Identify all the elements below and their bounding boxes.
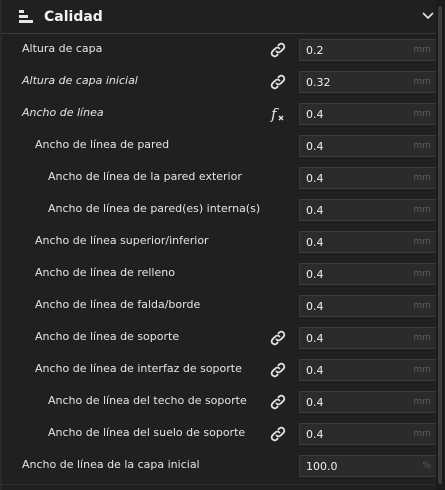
setting-value-input[interactable]: 100.0%	[299, 455, 438, 477]
setting-value-input[interactable]: 0.4 mm	[299, 263, 438, 285]
chevron-down-icon[interactable]	[422, 11, 434, 21]
setting-label: Ancho de línea del suelo de soporte	[48, 426, 246, 439]
setting-value-input[interactable]: 0.4 mm	[299, 231, 438, 253]
setting-label: Ancho de línea del techo de soporte	[48, 394, 247, 407]
setting-label: Ancho de línea de la capa inicial	[22, 458, 200, 471]
setting-value-input[interactable]: 0.4 mm	[299, 423, 438, 445]
setting-value: 0.4	[306, 300, 324, 313]
setting-unit: mm	[413, 333, 431, 343]
setting-label: Ancho de línea de la pared exterior	[48, 170, 242, 183]
setting-row: Ancho de línea del suelo de soporte 0.4 mm	[2, 418, 438, 450]
link-icon[interactable]	[267, 423, 289, 445]
setting-unit: mm	[413, 269, 431, 279]
section-title: Calidad	[44, 9, 103, 25]
setting-value-input[interactable]: 0.32 mm	[299, 71, 438, 93]
setting-row: Ancho de línea de interfaz de soporte 0.4…	[2, 354, 438, 386]
setting-label: Ancho de línea de soporte	[35, 330, 180, 343]
setting-row: Ancho de línea de pared(es) interna(s) 0.…	[2, 194, 438, 226]
setting-value: 0.4	[306, 332, 324, 345]
setting-value: 0.4	[306, 364, 324, 377]
setting-label: Ancho de línea de interfaz de soporte	[35, 362, 242, 375]
setting-unit: mm	[413, 365, 431, 375]
setting-label: Ancho de línea superior/inferior	[35, 234, 209, 247]
setting-row: Ancho de línea de la capa inicial 100.0%	[2, 450, 438, 482]
setting-unit: mm	[413, 173, 431, 183]
setting-value-input[interactable]: 0.4 mm	[299, 295, 438, 317]
section-header-quality[interactable]: Calidad	[2, 0, 438, 34]
settings-panel: Calidad Altura de capa 0.2 mm Altura de cap…	[0, 0, 438, 490]
setting-value-input[interactable]: 0.4 mm	[299, 167, 438, 189]
sliders-icon	[19, 10, 33, 23]
link-icon[interactable]	[267, 391, 289, 413]
setting-label: Ancho de línea de pared(es) interna(s)	[48, 202, 261, 215]
setting-value: 0.4	[306, 204, 324, 217]
scrollbar-thumb[interactable]	[438, 6, 442, 484]
setting-value-input[interactable]: 0.4 mm	[299, 135, 438, 157]
setting-unit: mm	[413, 397, 431, 407]
link-icon[interactable]	[267, 71, 289, 93]
setting-row: Ancho de línea f 0.4 mm	[2, 98, 438, 130]
setting-label: Ancho de línea de falda/borde	[35, 298, 201, 311]
setting-unit: mm	[413, 45, 431, 55]
setting-label: Altura de capa inicial	[22, 74, 138, 87]
setting-value: 0.4	[306, 140, 324, 153]
setting-value: 0.4	[306, 428, 324, 441]
setting-row: Ancho de línea superior/inferior 0.4 mm	[2, 226, 438, 258]
setting-label: Ancho de línea de pared	[35, 138, 170, 151]
setting-row: Ancho de línea del techo de soporte 0.4 mm	[2, 386, 438, 418]
setting-value: 0.4	[306, 268, 324, 281]
setting-label: Altura de capa	[22, 42, 103, 55]
setting-unit: mm	[413, 141, 431, 151]
setting-value-input[interactable]: 0.4 mm	[299, 359, 438, 381]
setting-row: Altura de capa 0.2 mm	[2, 34, 438, 66]
setting-value: 100.0	[306, 460, 338, 473]
setting-value: 0.4	[306, 172, 324, 185]
svg-text:f: f	[270, 105, 279, 123]
setting-unit: mm	[413, 109, 431, 119]
divider	[2, 484, 438, 485]
setting-row: Ancho de línea de falda/borde 0.4 mm	[2, 290, 438, 322]
setting-unit: mm	[413, 77, 431, 87]
setting-row: Ancho de línea de la pared exterior 0.4 mm	[2, 162, 438, 194]
setting-value-input[interactable]: 0.4 mm	[299, 199, 438, 221]
setting-value: 0.4	[306, 236, 324, 249]
function-icon[interactable]: f	[267, 103, 289, 125]
setting-value-input[interactable]: 0.4 mm	[299, 103, 438, 125]
setting-value-input[interactable]: 0.4 mm	[299, 327, 438, 349]
setting-unit: %	[422, 461, 431, 471]
setting-unit: mm	[413, 237, 431, 247]
setting-row: Ancho de línea de relleno 0.4 mm	[2, 258, 438, 290]
setting-row: Altura de capa inicial 0.32 mm	[2, 66, 438, 98]
setting-label: Ancho de línea de relleno	[35, 266, 175, 279]
setting-unit: mm	[413, 429, 431, 439]
setting-value: 0.32	[306, 76, 331, 89]
link-icon[interactable]	[267, 327, 289, 349]
setting-unit: mm	[413, 205, 431, 215]
setting-label: Ancho de línea	[22, 106, 104, 119]
setting-row: Ancho de línea de pared 0.4 mm	[2, 130, 438, 162]
setting-value: 0.2	[306, 44, 324, 57]
setting-value-input[interactable]: 0.4 mm	[299, 391, 438, 413]
link-icon[interactable]	[267, 359, 289, 381]
setting-value: 0.4	[306, 108, 324, 121]
setting-value: 0.4	[306, 396, 324, 409]
setting-unit: mm	[413, 301, 431, 311]
setting-row: Ancho de línea de soporte 0.4 mm	[2, 322, 438, 354]
setting-value-input[interactable]: 0.2 mm	[299, 39, 438, 61]
link-icon[interactable]	[267, 39, 289, 61]
